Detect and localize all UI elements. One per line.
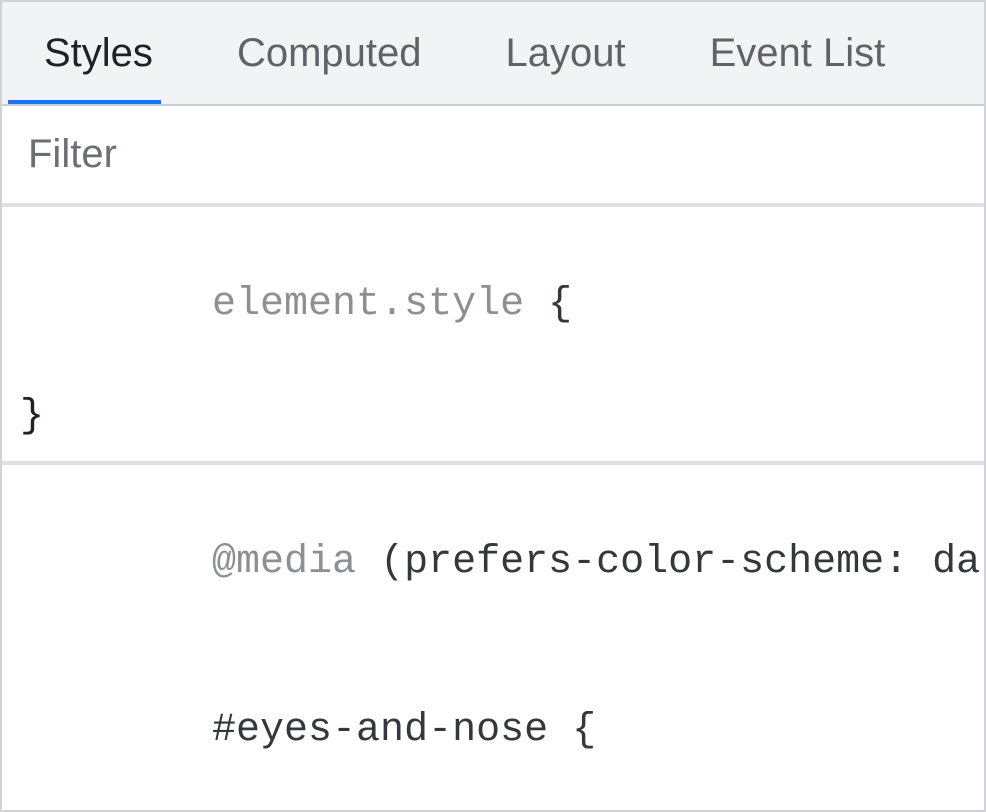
selector-eyes-and-nose[interactable]: #eyes-and-nose (212, 708, 548, 753)
tab-layout[interactable]: Layout (464, 2, 668, 104)
styles-panel: Styles Computed Layout Event List elemen… (0, 0, 986, 812)
tab-styles[interactable]: Styles (2, 2, 195, 104)
tab-computed[interactable]: Computed (195, 2, 464, 104)
rules-list: element.style { } @media (prefers-color-… (2, 207, 984, 810)
filter-bar (2, 106, 984, 207)
brace-close: } (20, 389, 966, 445)
filter-input[interactable] (14, 116, 972, 193)
panel-tabbar: Styles Computed Layout Event List (2, 2, 984, 106)
rule-media-dark-eyes[interactable]: @media (prefers-color-scheme: dark) #eye… (2, 465, 984, 810)
media-at: @media (212, 540, 356, 585)
rule-element-style[interactable]: element.style { } (2, 207, 984, 465)
media-space (356, 540, 380, 585)
brace-open: { (524, 282, 572, 327)
media-condition: (prefers-color-scheme: dark) (380, 540, 984, 585)
brace-open: { (548, 708, 596, 753)
selector-element-style[interactable]: element.style (212, 282, 524, 327)
tab-event-listeners[interactable]: Event List (668, 2, 928, 104)
